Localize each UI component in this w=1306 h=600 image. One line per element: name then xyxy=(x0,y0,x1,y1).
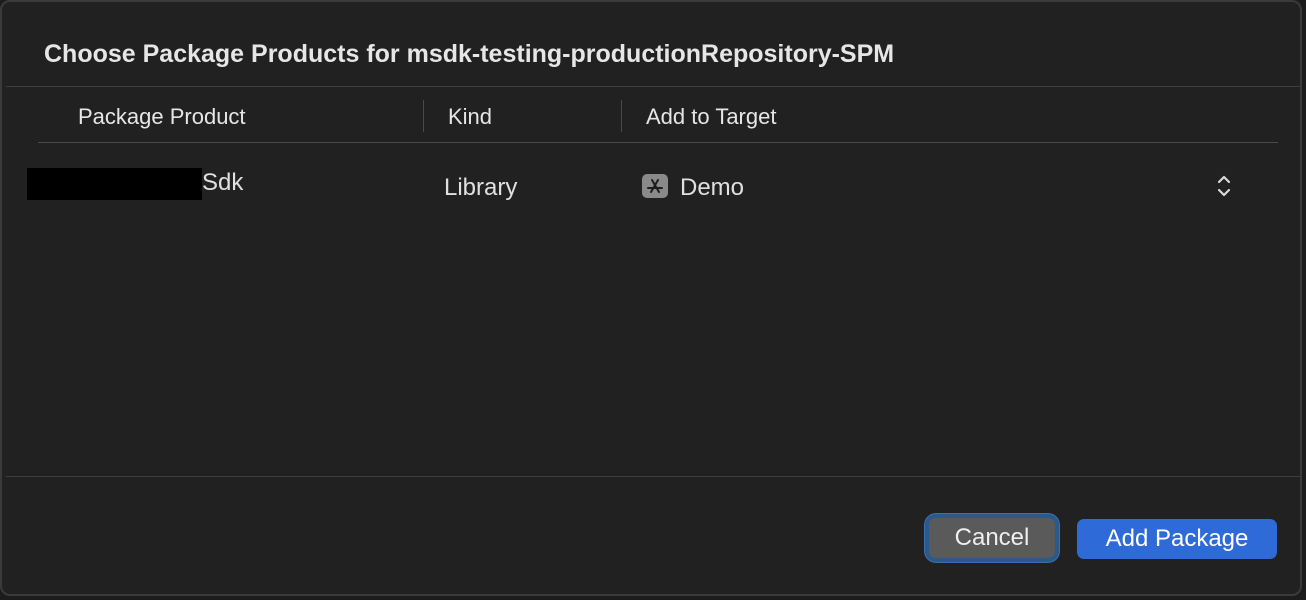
column-header-add-to-target[interactable]: Add to Target xyxy=(646,104,776,130)
target-value: Demo xyxy=(680,174,745,201)
column-header-kind[interactable]: Kind xyxy=(448,104,492,130)
dialog-title: Choose Package Products for msdk-testing… xyxy=(44,40,895,68)
redacted-product-name xyxy=(27,168,202,200)
app-store-icon xyxy=(642,174,668,198)
table-header: Package Product Kind Add to Target xyxy=(2,98,1300,138)
choose-package-products-dialog: Choose Package Products for msdk-testing… xyxy=(0,0,1302,596)
target-popup-chevron-icon[interactable] xyxy=(1210,170,1238,202)
package-product-name: Sdk xyxy=(202,169,244,196)
add-package-button[interactable]: Add Package xyxy=(1077,519,1277,559)
column-divider[interactable] xyxy=(621,100,622,132)
header-divider xyxy=(38,142,1278,143)
footer-divider xyxy=(6,476,1300,477)
cancel-button[interactable]: Cancel xyxy=(929,518,1055,558)
kind-value: Library xyxy=(444,174,518,201)
table-row[interactable]: Sdk Library Demo xyxy=(2,162,1300,212)
column-header-package-product[interactable]: Package Product xyxy=(78,104,246,130)
title-divider xyxy=(6,86,1300,87)
column-divider[interactable] xyxy=(423,100,424,132)
